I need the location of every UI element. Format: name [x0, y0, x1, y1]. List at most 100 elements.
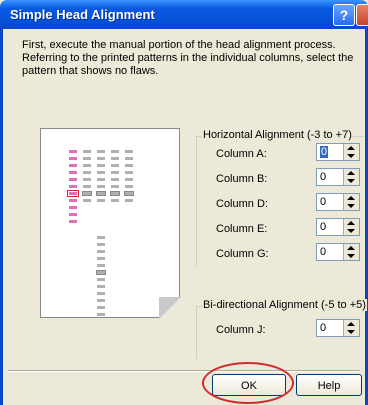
pattern-mark-gray	[97, 164, 105, 167]
pattern-mark-gray	[125, 150, 133, 153]
pattern-mark-pink	[69, 185, 77, 188]
sheet-fold	[159, 297, 181, 319]
column-e-spinner[interactable]: 0	[316, 218, 360, 236]
pattern-mark-gray	[83, 199, 91, 202]
pattern-mark-gray	[111, 199, 119, 202]
pattern-mark-j-selected	[96, 270, 106, 275]
column-g-spinner[interactable]: 0	[316, 243, 360, 261]
column-d-value[interactable]: 0	[320, 196, 326, 208]
help-icon[interactable]: ?	[333, 4, 355, 26]
column-b-label: Column B:	[216, 173, 268, 185]
column-e-value[interactable]: 0	[320, 221, 326, 233]
column-g-up-arrow-icon[interactable]	[347, 246, 355, 250]
pattern-mark-selected	[96, 191, 106, 196]
pattern-mark-gray	[111, 185, 119, 188]
pattern-mark-gray	[125, 199, 133, 202]
pattern-mark-gray	[83, 164, 91, 167]
pattern-mark-gray	[97, 178, 105, 181]
sheet-paper	[40, 128, 180, 318]
horizontal-group-title: Horizontal Alignment (-3 to +7)	[202, 129, 353, 141]
column-d-up-arrow-icon[interactable]	[347, 196, 355, 200]
print-pattern-sheet	[40, 128, 181, 319]
pattern-mark-selected	[82, 191, 92, 196]
column-a-down-arrow-icon[interactable]	[347, 154, 355, 158]
pattern-mark-gray	[111, 157, 119, 160]
pattern-mark-gray	[83, 178, 91, 181]
column-d-down-arrow-icon[interactable]	[347, 204, 355, 208]
pattern-mark-gray	[125, 157, 133, 160]
pattern-mark-j	[97, 264, 105, 267]
pattern-mark-gray	[125, 178, 133, 181]
instructions-text: First, execute the manual portion of the…	[22, 39, 354, 77]
pattern-mark-gray	[97, 185, 105, 188]
pattern-mark-pink	[69, 157, 77, 160]
pattern-mark-gray	[97, 199, 105, 202]
pattern-mark-pink	[69, 150, 77, 153]
pattern-mark-j	[97, 285, 105, 288]
pattern-mark-gray	[111, 171, 119, 174]
pattern-mark-j	[97, 236, 105, 239]
pattern-mark-gray	[83, 150, 91, 153]
pattern-mark-j	[97, 278, 105, 281]
window-title: Simple Head Alignment	[10, 7, 155, 22]
close-icon[interactable]	[356, 4, 368, 26]
pattern-mark-selected	[124, 191, 134, 196]
column-g-down-arrow-icon[interactable]	[347, 254, 355, 258]
pattern-mark-pink	[69, 220, 77, 223]
pattern-mark-gray	[111, 178, 119, 181]
column-b-value[interactable]: 0	[320, 171, 326, 183]
column-e-label: Column E:	[216, 223, 268, 235]
pattern-mark-gray	[111, 150, 119, 153]
column-a-value[interactable]: 0	[320, 146, 329, 158]
pattern-mark-pink	[69, 164, 77, 167]
pattern-mark-gray	[97, 150, 105, 153]
dialog-window: Simple Head Alignment ? First, execute t…	[0, 0, 368, 405]
pattern-mark-selected	[110, 191, 120, 196]
column-j-down-arrow-icon[interactable]	[347, 330, 355, 334]
pattern-mark-pink	[69, 171, 77, 174]
pattern-mark-j	[97, 292, 105, 295]
column-g-label: Column G:	[216, 248, 269, 260]
column-b-down-arrow-icon[interactable]	[347, 179, 355, 183]
column-b-up-arrow-icon[interactable]	[347, 171, 355, 175]
pattern-mark-pink	[69, 178, 77, 181]
pattern-mark-j	[97, 306, 105, 309]
pattern-mark-pink	[69, 213, 77, 216]
pattern-mark-j	[97, 243, 105, 246]
pattern-mark-j	[97, 257, 105, 260]
column-j-spinner[interactable]: 0	[316, 319, 360, 337]
column-b-spinner[interactable]: 0	[316, 168, 360, 186]
pattern-mark-gray	[125, 185, 133, 188]
column-d-label: Column D:	[216, 198, 268, 210]
ok-highlight-circle	[202, 362, 294, 404]
pattern-mark-gray	[83, 185, 91, 188]
column-e-up-arrow-icon[interactable]	[347, 221, 355, 225]
column-e-down-arrow-icon[interactable]	[347, 229, 355, 233]
pattern-mark-j	[97, 299, 105, 302]
bidirectional-group-title: Bi-directional Alignment (-5 to +5)	[202, 299, 367, 311]
column-j-value[interactable]: 0	[320, 322, 326, 334]
pattern-mark-gray	[97, 157, 105, 160]
pattern-mark-pink	[69, 199, 77, 202]
pattern-mark-gray	[111, 164, 119, 167]
pattern-mark-gray	[125, 171, 133, 174]
window-border-left	[0, 29, 3, 405]
button-separator	[8, 370, 360, 372]
pattern-mark-pink	[67, 190, 79, 197]
column-d-spinner[interactable]: 0	[316, 193, 360, 211]
column-g-value[interactable]: 0	[320, 246, 326, 258]
pattern-mark-gray	[97, 171, 105, 174]
column-a-label: Column A:	[216, 148, 267, 160]
pattern-mark-gray	[83, 171, 91, 174]
column-a-spinner[interactable]: 0	[316, 143, 360, 161]
help-button[interactable]: Help	[296, 374, 362, 396]
column-a-up-arrow-icon[interactable]	[347, 146, 355, 150]
pattern-mark-j	[97, 313, 105, 316]
title-bar[interactable]: Simple Head Alignment ?	[0, 0, 368, 29]
pattern-mark-j	[97, 250, 105, 253]
pattern-mark-pink	[69, 206, 77, 209]
pattern-mark-gray	[125, 164, 133, 167]
column-j-label: Column J:	[216, 324, 266, 336]
pattern-mark-gray	[83, 157, 91, 160]
column-j-up-arrow-icon[interactable]	[347, 322, 355, 326]
